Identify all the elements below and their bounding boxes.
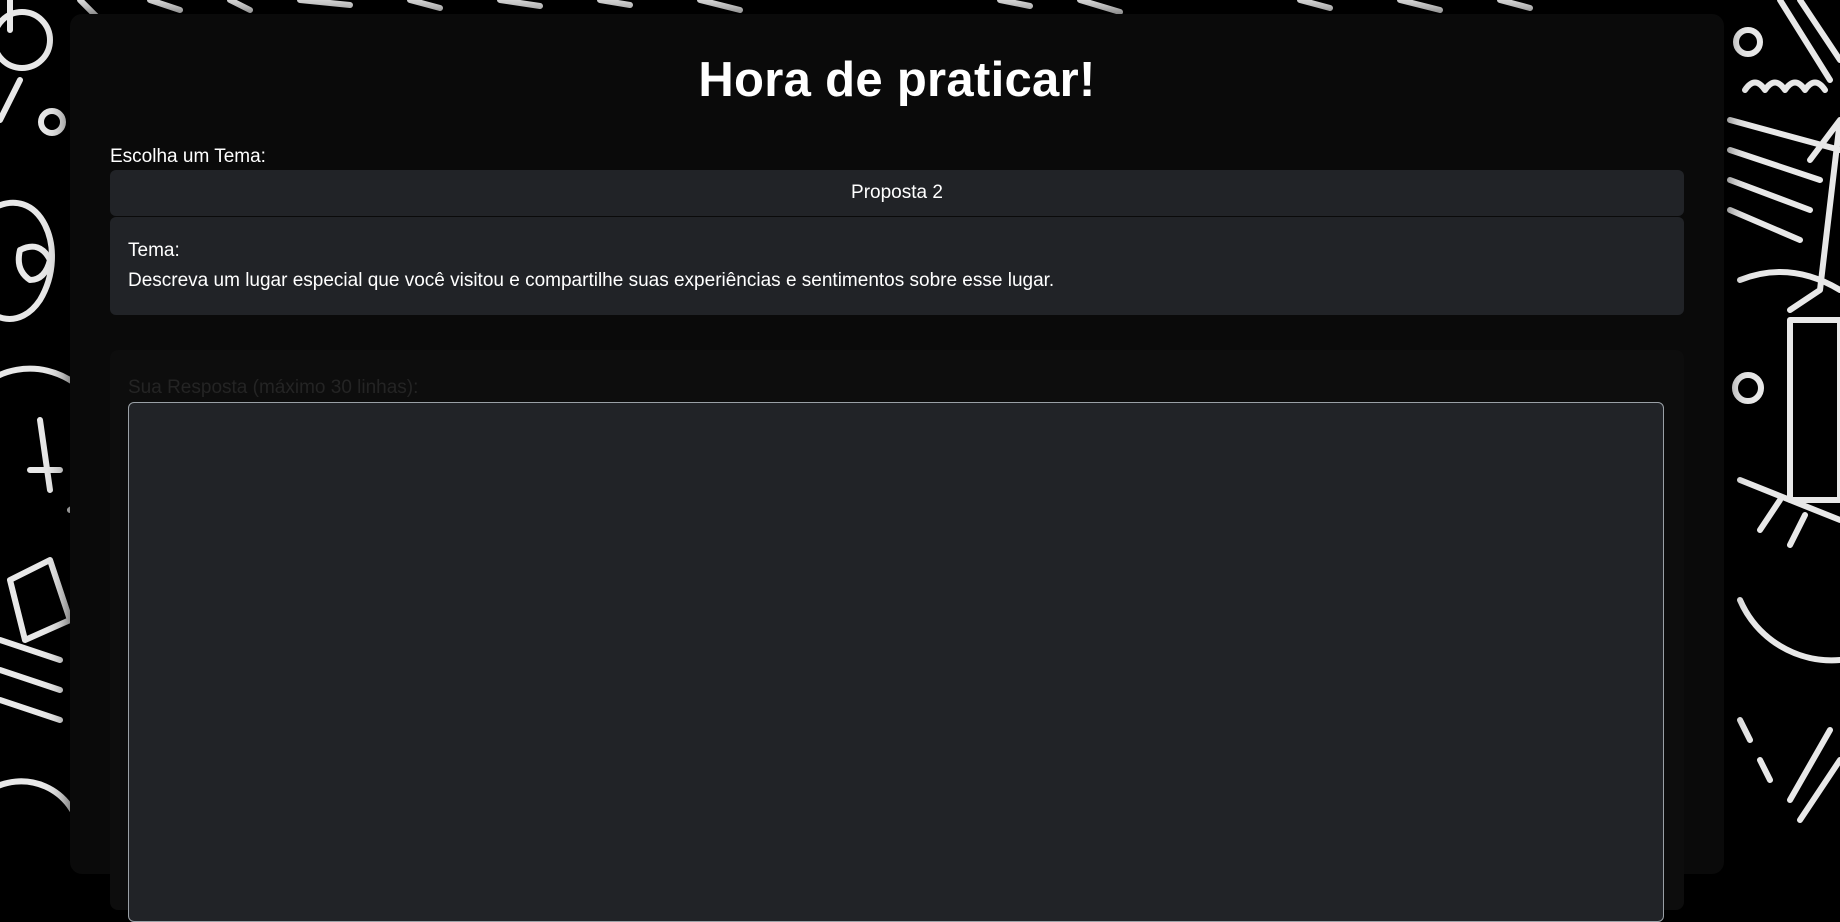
topic-box: Tema: Descreva um lugar especial que voc… [110,217,1684,315]
answer-card: Sua Resposta (máximo 30 linhas): [110,350,1684,922]
theme-select[interactable]: Proposta 2 [110,170,1684,216]
topic-label: Tema: [128,240,180,261]
answer-label: Sua Resposta (máximo 30 linhas): [128,377,419,398]
page-title: Hora de praticar! [698,53,1096,107]
answer-textarea[interactable] [128,402,1664,922]
practice-panel: Hora de praticar! Escolha um Tema: Propo… [70,14,1724,922]
theme-select-label: Escolha um Tema: [110,146,266,167]
topic-text: Descreva um lugar especial que você visi… [128,270,1055,291]
